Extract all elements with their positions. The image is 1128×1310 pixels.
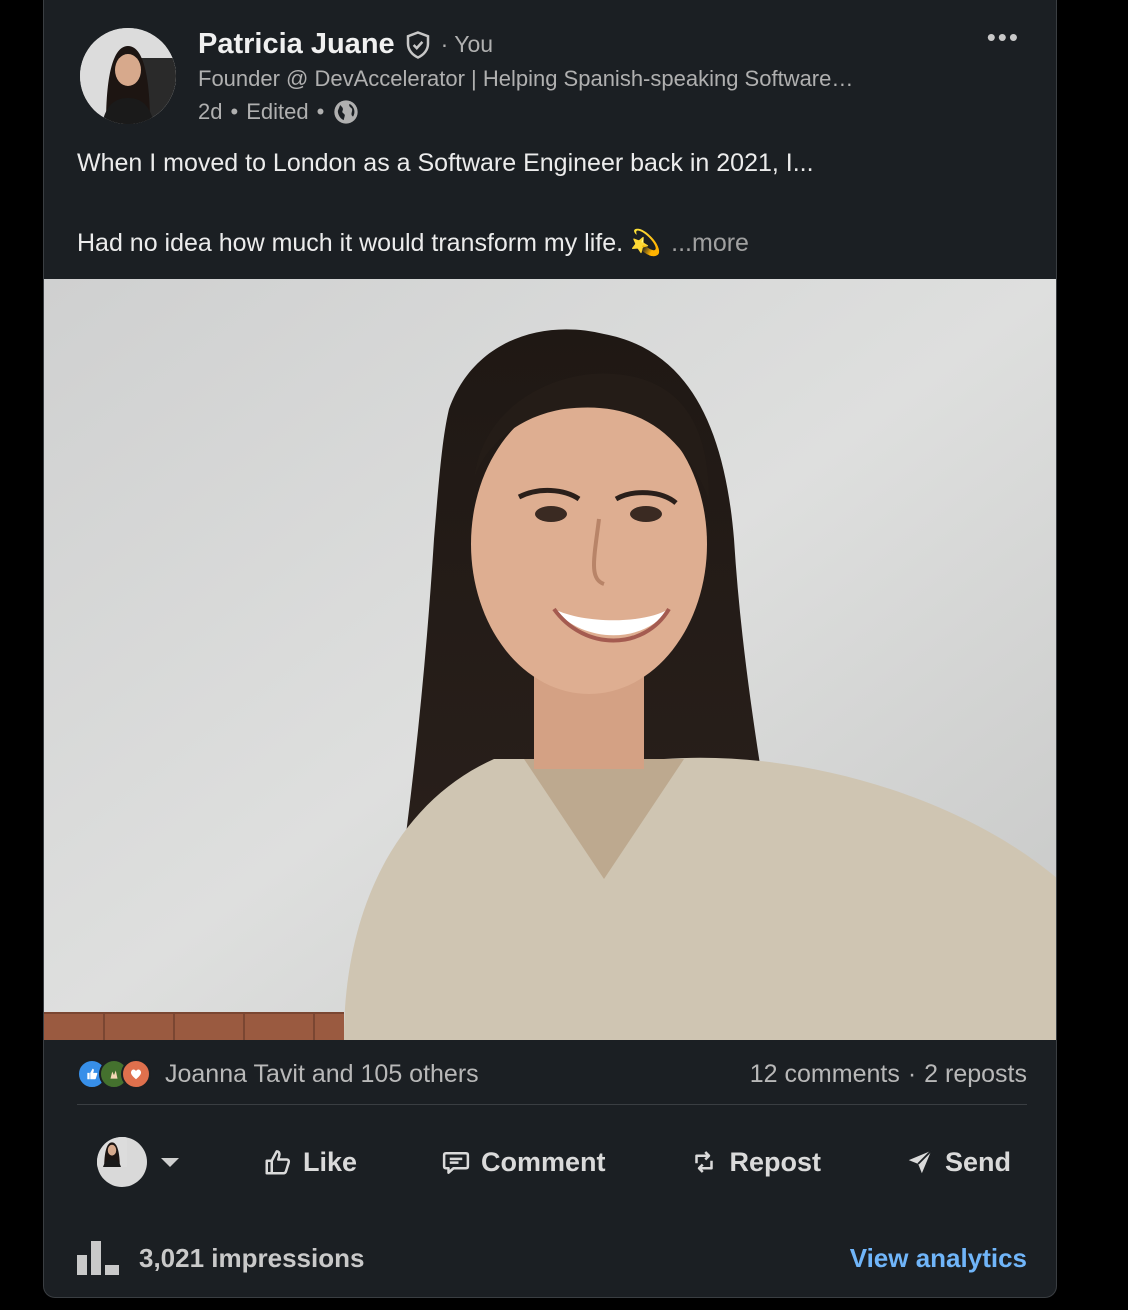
- like-button[interactable]: Like: [247, 1141, 373, 1184]
- repost-icon: [695, 1151, 714, 1173]
- repost-label: Repost: [729, 1146, 821, 1177]
- send-button[interactable]: Send: [889, 1141, 1027, 1184]
- reactors-label[interactable]: Joanna Tavit and 105 others: [165, 1060, 479, 1089]
- post-line-2: Had no idea how much it would transform …: [77, 229, 662, 257]
- relation-label: · You: [440, 31, 494, 57]
- reaction-icons: [77, 1059, 151, 1089]
- comment-icon: [442, 1152, 470, 1174]
- post-card: Patricia Juane · You Founder @ DevAccele…: [43, 0, 1057, 1298]
- comment-label: Comment: [480, 1146, 606, 1177]
- view-analytics-link[interactable]: View analytics: [850, 1243, 1027, 1274]
- post-footer: 3,021 impressions View analytics: [77, 1232, 1027, 1284]
- post-image[interactable]: [44, 279, 1056, 1040]
- author-headline: Founder @ DevAccelerator | Helping Spani…: [198, 66, 854, 91]
- author-name-row: Patricia Juane · You: [198, 28, 493, 61]
- see-more-link[interactable]: ...more: [671, 229, 749, 257]
- repost-button[interactable]: Repost: [673, 1141, 837, 1184]
- more-options-icon[interactable]: •••: [987, 22, 1020, 53]
- thumbs-up-icon: [265, 1150, 291, 1175]
- meta-separator: •: [230, 99, 239, 124]
- chevron-down-icon: [161, 1157, 179, 1167]
- post-header: Patricia Juane · You Founder @ DevAccele…: [44, 0, 1056, 130]
- social-counts: Joanna Tavit and 105 others 12 comments …: [77, 1052, 1027, 1096]
- impressions[interactable]: 3,021 impressions: [77, 1241, 364, 1275]
- verified-shield-icon: [406, 30, 429, 59]
- post-age: 2d: [198, 99, 223, 124]
- love-reaction-icon: [121, 1059, 151, 1089]
- author-name[interactable]: Patricia Juane: [198, 28, 395, 61]
- reactions-summary[interactable]: Joanna Tavit and 105 others: [77, 1059, 479, 1089]
- bar-chart-icon: [77, 1241, 119, 1275]
- meta-separator: •: [316, 99, 325, 124]
- impressions-label: 3,021 impressions: [139, 1242, 365, 1273]
- counts-separator: ·: [907, 1059, 917, 1088]
- comment-button[interactable]: Comment: [425, 1141, 622, 1184]
- send-label: Send: [944, 1146, 1011, 1177]
- post-line-1: When I moved to London as a Software Eng…: [77, 149, 814, 177]
- reposts-count[interactable]: 2 reposts: [924, 1060, 1027, 1089]
- edited-label: Edited: [246, 99, 309, 124]
- author-avatar[interactable]: [80, 28, 176, 124]
- post-body: When I moved to London as a Software Eng…: [77, 146, 1017, 260]
- viewer-avatar: [97, 1137, 147, 1187]
- globe-icon: [334, 100, 358, 124]
- engagement-counts: 12 comments · 2 reposts: [750, 1060, 1027, 1089]
- send-icon: [908, 1150, 932, 1174]
- like-label: Like: [302, 1146, 357, 1177]
- post-meta: 2d • Edited •: [198, 98, 360, 126]
- divider: [77, 1104, 1027, 1105]
- identity-switcher[interactable]: [77, 1131, 195, 1193]
- comments-count[interactable]: 12 comments: [750, 1060, 900, 1089]
- action-bar: Like Comment Repost Send: [77, 1130, 1027, 1194]
- post-line-2-wrap: Had no idea how much it would transform …: [77, 226, 1017, 260]
